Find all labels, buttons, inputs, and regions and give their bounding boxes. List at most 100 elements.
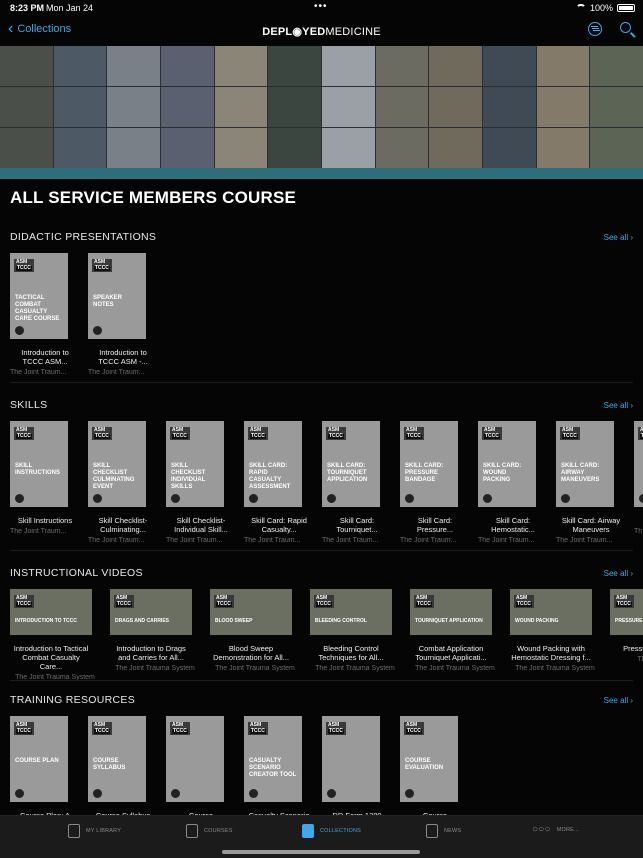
card-title: Wound Packing with Hemostatic Dressing f…	[511, 644, 591, 662]
badge-bottom: TCCC	[16, 728, 32, 734]
asm-tccc-badge: ASMTCCC	[214, 595, 234, 608]
content-card[interactable]: ASMTCCCDD Form 1380	[322, 716, 392, 823]
section-title: INSTRUCTIONAL VIDEOS	[10, 567, 143, 579]
seal-icon	[93, 326, 102, 335]
hero-photo-tile	[107, 46, 160, 86]
card-source: The Joint Traum...	[400, 537, 457, 544]
content-card[interactable]: ASM TCCC SKILL CARD: TOURNIQUET APPLICATIO…	[322, 421, 392, 544]
multitask-dots-icon[interactable]: •••	[314, 1, 328, 12]
see-all-link[interactable]: See all ›	[604, 233, 633, 242]
more-dots-icon: ○○○	[532, 824, 551, 835]
thumbnail-text: SKILL CARD: TOURNIQUET APPLICATION	[327, 463, 368, 483]
logo-o-icon: ◉	[292, 26, 303, 38]
content-card[interactable]: ASM TCCC SKILL INSTRUCTIONS Skill Instructi…	[10, 421, 80, 535]
asm-tccc-badge: ASMTCCC	[638, 427, 643, 440]
content-card[interactable]: ASMTCCCCOURSE PLANCourse Plan: A	[10, 716, 80, 823]
graduation-cap-icon	[186, 824, 198, 838]
carousel-row[interactable]: ASM TCCC SKILL INSTRUCTIONS Skill Instructi…	[0, 421, 643, 561]
content-card[interactable]: ASM TCCC WOUND PACKING Wound Packing with H…	[510, 589, 600, 672]
content-card[interactable]: ASMTCCCCASUALTY SCENARIO CREATOR TOOLCas…	[244, 716, 314, 823]
tab-collections[interactable]: COLLECTIONS	[302, 824, 361, 838]
card-title: Skill Checklist-Culminating...	[98, 516, 148, 534]
content-card[interactable]: ASM TCCC SKILL CARD: WOUND PACKING Skill Ca…	[478, 421, 548, 544]
card-thumbnail: ASM TCCC BLOOD SWEEP	[210, 589, 292, 635]
content-card[interactable]: ASM TCCC TOURNIQUET APPLICATION Combat Appl…	[410, 589, 500, 672]
card-source: The Joint Traum...	[10, 369, 67, 376]
see-all-label: See all	[603, 696, 629, 705]
card-title: Blood Sweep Demonstration for All...	[213, 644, 289, 662]
asm-tccc-badge: ASMTCCC	[14, 595, 34, 608]
content-card[interactable]: ASMTCCCCourse	[166, 716, 236, 823]
hero-photo-tile	[375, 46, 429, 86]
asm-tccc-badge: ASMTCCC	[14, 259, 34, 272]
content-card[interactable]: ASMTCCCCOURSE SYLLABUSCourse Syllabus	[88, 716, 158, 823]
thumbnail-text: INTRODUCTION TO TCCC	[15, 618, 77, 624]
tab-courses[interactable]: COURSES	[186, 824, 233, 838]
carousel-row[interactable]: ASM TCCC TACTICAL COMBAT CASUALTY CARE COU…	[0, 253, 643, 393]
content-card[interactable]: ASMTCCCCOURSE EVALUATIONCourse	[400, 716, 470, 823]
section-divider	[10, 382, 633, 383]
hero-photo-tile	[0, 128, 53, 168]
hero-photo-tile	[53, 46, 107, 86]
hero-photo-tile	[322, 46, 375, 86]
see-all-link[interactable]: See all ›	[604, 401, 633, 410]
logo-part-c: MEDICINE	[325, 26, 381, 38]
hero-photo-tile	[536, 87, 590, 127]
carousel-row[interactable]: ASM TCCC INTRODUCTION TO TCCC Introduction …	[0, 589, 643, 729]
hero-collage-image	[0, 46, 643, 168]
see-all-label: See all	[603, 233, 629, 242]
tab-more[interactable]: ○○○ MORE...	[532, 824, 579, 835]
badge-bottom: TCCC	[250, 728, 266, 734]
section-divider	[10, 550, 633, 551]
card-thumbnail: ASM TCCC SKILL CHECKLIST INDIVIDUAL SKILLS	[166, 421, 224, 507]
tab-my-library[interactable]: MY LIBRARY	[68, 824, 121, 838]
badge-bottom: TCCC	[16, 433, 32, 439]
content-card[interactable]: ASM TCCC BLOOD SWEEP Blood Sweep Demonstrat…	[210, 589, 300, 672]
card-thumbnail: ASM TCCC COURSE PLAN	[10, 716, 68, 802]
content-card[interactable]: ASM TCCC SKILL CHECKLIST INDIVIDUAL SKILLS…	[166, 421, 236, 544]
seal-icon	[483, 494, 492, 503]
seal-icon	[15, 494, 24, 503]
battery-icon	[617, 4, 635, 12]
asm-tccc-badge: ASMTCCC	[326, 427, 346, 440]
seal-icon	[327, 494, 336, 503]
content-card[interactable]: ASM TCCC SPEAKER NOTES Introduction to TCCC…	[88, 253, 158, 376]
content-card[interactable]: ASM TCCC DRAGS AND CARRIES Introduction to …	[110, 589, 200, 672]
thumbnail-text: TOURNIQUET APPLICATION	[415, 618, 483, 624]
card-title: Ski	[634, 516, 643, 525]
content-card[interactable]: ASM TCCC TACTICAL COMBAT CASUALTY CARE COU…	[10, 253, 80, 376]
badge-bottom: TCCC	[16, 601, 32, 607]
content-card[interactable]: ASM TCCC SKILL CARD: PRESSURE BANDAGE Skill…	[400, 421, 470, 544]
status-time: 8:23 PM	[10, 3, 45, 13]
hero-photo-tile	[268, 46, 321, 86]
seal-icon	[639, 494, 643, 503]
content-card[interactable]: ASMTCCC PRESSURE BANDAGE Pressur Applicati…	[610, 589, 643, 663]
content-card[interactable]: ASM TCCC SKILL CARD: RAPID CASUALTY ASSESS…	[244, 421, 314, 544]
filter-icon[interactable]	[588, 22, 602, 36]
hero-photo-tile	[322, 87, 375, 127]
seal-icon	[405, 494, 414, 503]
card-thumbnail: ASM TCCC INTRODUCTION TO TCCC	[10, 589, 92, 635]
chevron-right-icon: ›	[628, 569, 633, 578]
see-all-link[interactable]: See all ›	[604, 696, 633, 705]
card-title: Skill Card: Airway Maneuvers	[561, 516, 621, 534]
asm-tccc-badge: ASMTCCC	[248, 722, 268, 735]
content-card[interactable]: ASM TCCC INTRODUCTION TO TCCC Introduction …	[10, 589, 100, 681]
see-all-link[interactable]: See all ›	[604, 569, 633, 578]
content-card[interactable]: ASMTCCC Ski Th	[634, 421, 643, 535]
content-card[interactable]: ASM TCCC SKILL CARD: AIRWAY MANEUVERS Skill…	[556, 421, 626, 544]
card-title: Skill Instructions	[17, 516, 73, 525]
search-icon[interactable]	[620, 22, 631, 33]
badge-bottom: TCCC	[16, 265, 32, 271]
tab-news[interactable]: NEWS	[426, 824, 461, 838]
asm-tccc-badge: ASMTCCC	[92, 259, 112, 272]
tab-label: NEWS	[444, 828, 462, 834]
asm-tccc-badge: ASMTCCC	[514, 595, 534, 608]
hero-photo-tile	[107, 87, 160, 127]
hero-photo-tile	[53, 128, 107, 168]
content-card[interactable]: ASM TCCC SKILL CHECKLIST CULMINATING EVENT…	[88, 421, 158, 544]
asm-tccc-badge: ASMTCCC	[170, 427, 190, 440]
content-card[interactable]: ASM TCCC BLEEDING CONTROL Bleeding Control …	[310, 589, 400, 672]
asm-tccc-badge: ASMTCCC	[326, 722, 346, 735]
hero-photo-tile	[590, 87, 643, 127]
